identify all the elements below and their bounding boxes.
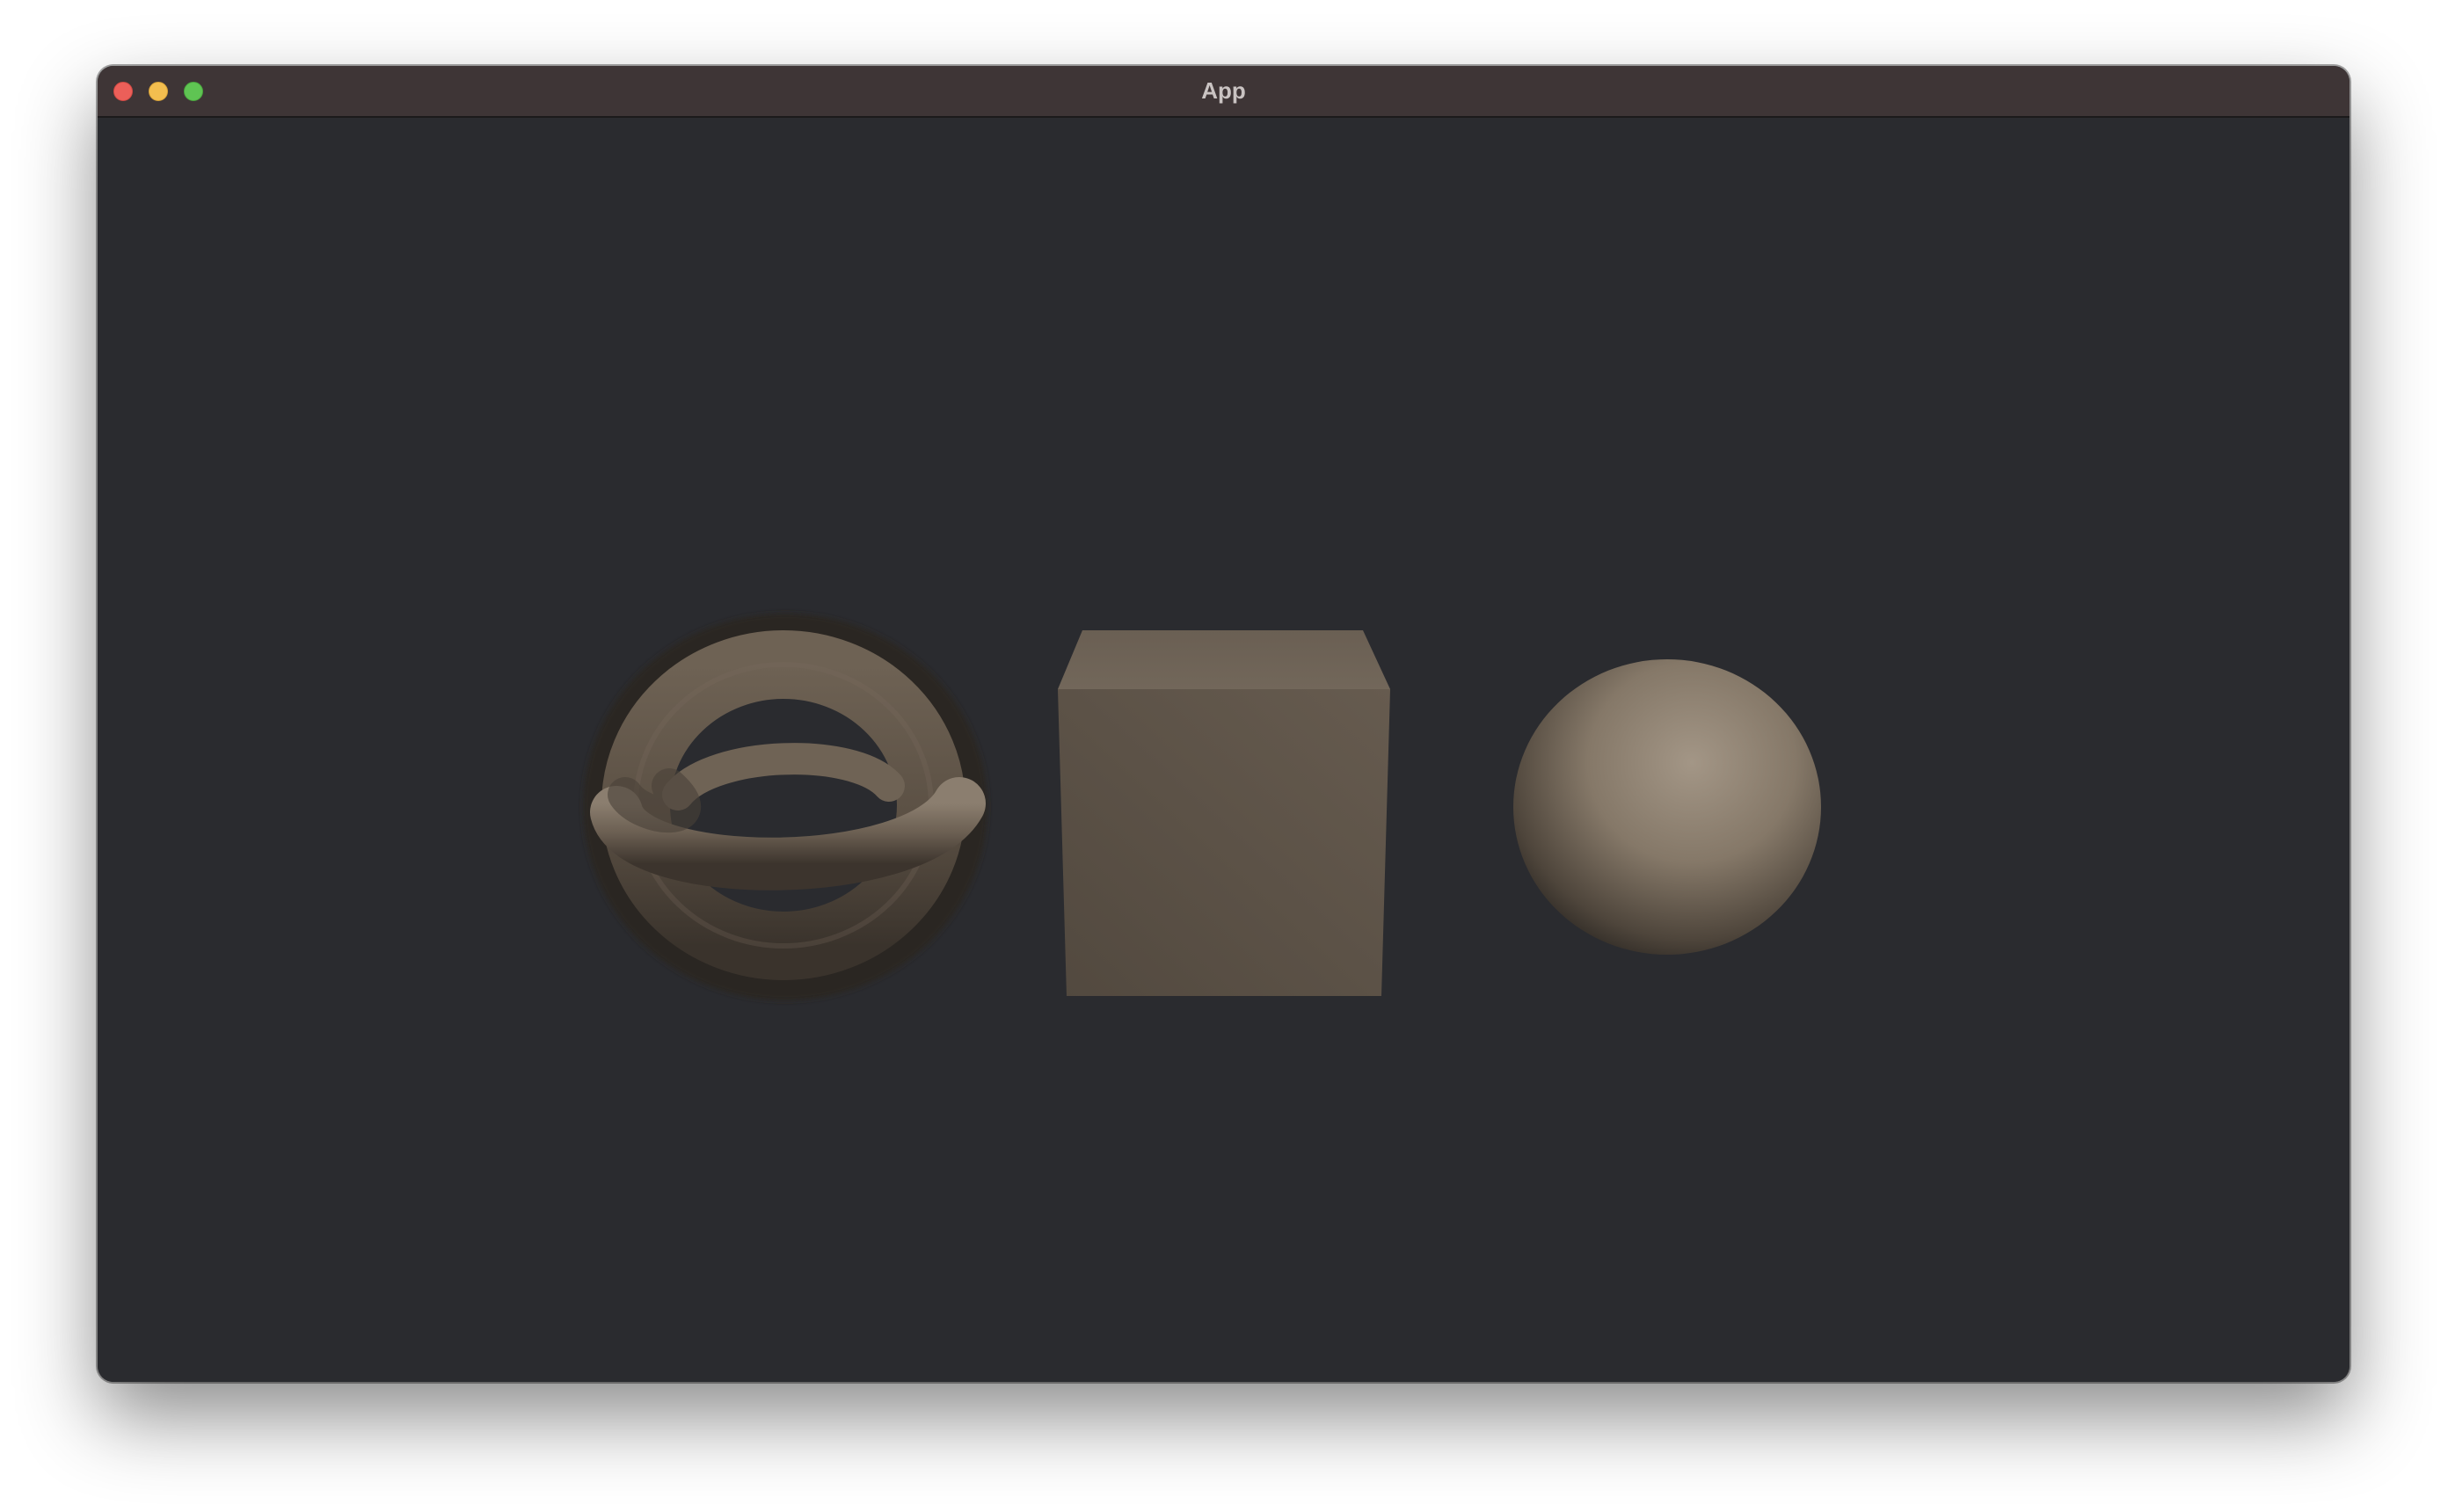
scene-canvas[interactable] <box>98 118 2350 1382</box>
window-title: App <box>1201 77 1246 104</box>
title-bar[interactable]: App <box>98 66 2350 118</box>
app-window: App <box>98 66 2350 1382</box>
3d-viewport[interactable] <box>98 118 2350 1382</box>
sphere-object[interactable] <box>1513 659 1821 955</box>
torus-knot-object[interactable] <box>583 614 987 1000</box>
cube-object[interactable] <box>1058 630 1390 996</box>
